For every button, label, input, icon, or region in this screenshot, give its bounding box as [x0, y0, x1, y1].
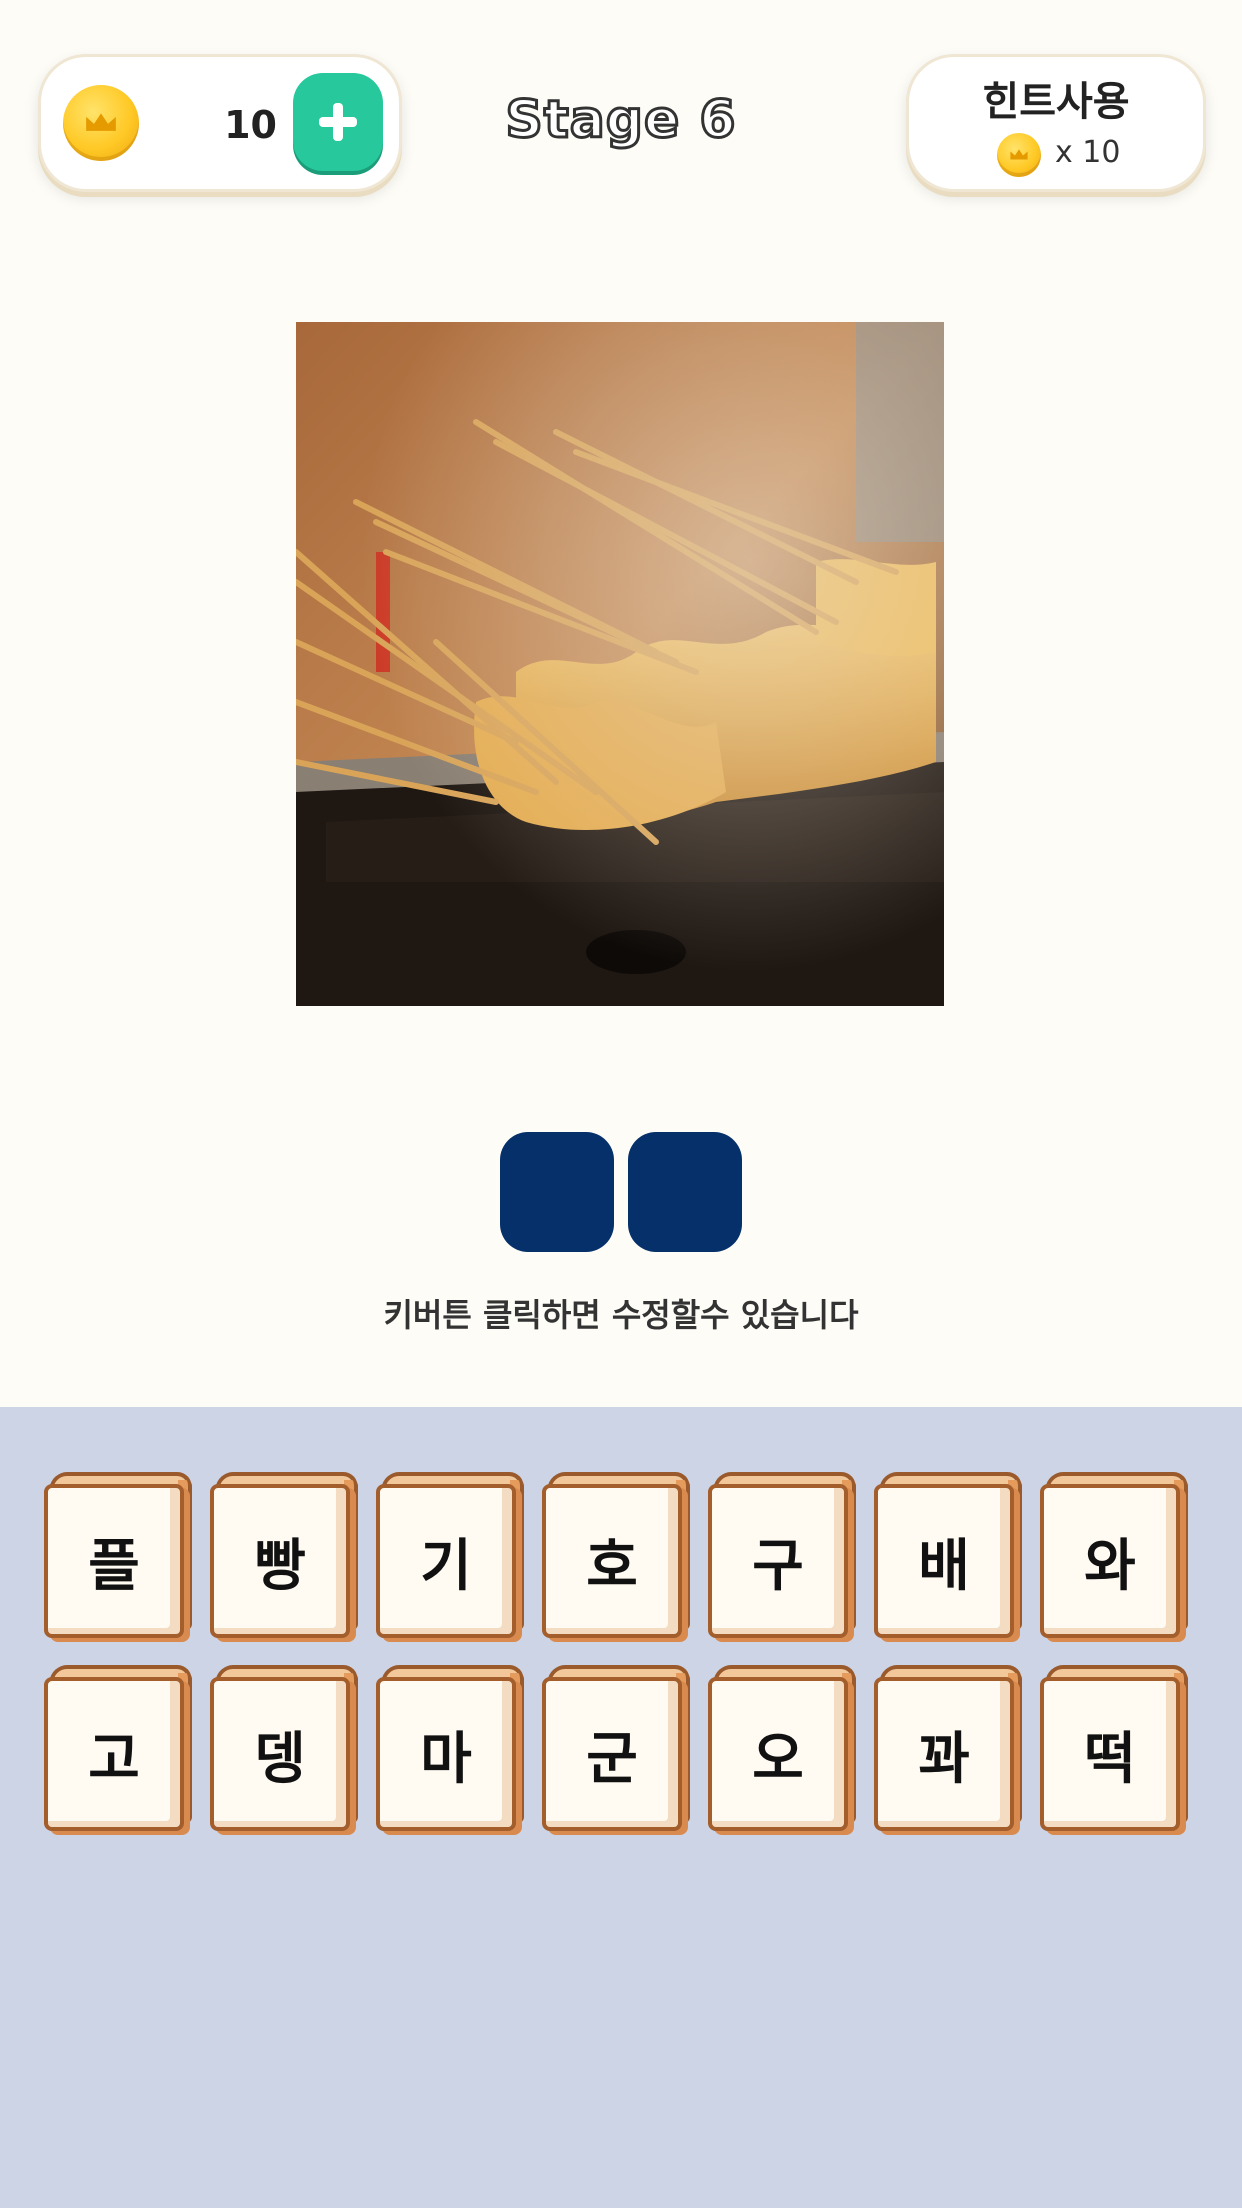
letter-key[interactable]: 떡 [1040, 1665, 1190, 1831]
crown-icon [1010, 149, 1028, 160]
letter-key[interactable]: 기 [376, 1472, 526, 1638]
add-coins-button[interactable] [293, 73, 383, 171]
letter-key[interactable]: 구 [708, 1472, 858, 1638]
key-label: 와 [1084, 1533, 1136, 1599]
instruction-text: 키버튼 클릭하면 수정할수 있습니다 [383, 1296, 859, 1334]
key-label: 플 [88, 1533, 140, 1599]
letter-key[interactable]: 뎅 [210, 1665, 360, 1831]
key-label: 구 [752, 1533, 804, 1599]
use-hint-button[interactable]: 힌트사용 x 10 [906, 54, 1206, 192]
letter-key[interactable]: 마 [376, 1665, 526, 1831]
key-label: 군 [586, 1726, 638, 1792]
hint-cost: x 10 [1055, 135, 1121, 170]
key-label: 빵 [254, 1533, 306, 1599]
letter-key[interactable]: 빵 [210, 1472, 360, 1638]
letter-key[interactable]: 배 [874, 1472, 1024, 1638]
letter-key[interactable]: 와 [1040, 1472, 1190, 1638]
key-label: 떡 [1084, 1726, 1136, 1792]
key-label: 뎅 [254, 1726, 306, 1792]
coin-icon [63, 85, 139, 161]
key-label: 꽈 [918, 1726, 970, 1792]
letter-key[interactable]: 호 [542, 1472, 692, 1638]
answer-slots [500, 1132, 742, 1252]
letter-key[interactable]: 오 [708, 1665, 858, 1831]
coin-balance-panel: 10 [38, 54, 402, 192]
key-label: 기 [420, 1533, 472, 1599]
key-label: 마 [420, 1726, 472, 1792]
answer-slot[interactable] [500, 1132, 614, 1252]
key-label: 호 [586, 1533, 638, 1599]
keyboard-row: 플 빵 기 호 구 배 와 [44, 1472, 1190, 1638]
letter-key[interactable]: 꽈 [874, 1665, 1024, 1831]
stage-title: Stage 6 [504, 89, 737, 152]
letter-keyboard: 플 빵 기 호 구 배 와 고 뎅 마 군 오 꽈 떡 [0, 1407, 1242, 2208]
letter-key[interactable]: 고 [44, 1665, 194, 1831]
letter-key[interactable]: 플 [44, 1472, 194, 1638]
puzzle-image [296, 322, 944, 1006]
key-label: 배 [918, 1533, 970, 1599]
key-label: 오 [752, 1726, 804, 1792]
hint-label: 힌트사용 [982, 79, 1130, 125]
key-label: 고 [88, 1726, 140, 1792]
answer-slot[interactable] [628, 1132, 742, 1252]
letter-key[interactable]: 군 [542, 1665, 692, 1831]
crown-icon [86, 113, 116, 131]
coin-count: 10 [224, 103, 277, 147]
coin-icon [997, 133, 1041, 177]
keyboard-row: 고 뎅 마 군 오 꽈 떡 [44, 1665, 1190, 1831]
